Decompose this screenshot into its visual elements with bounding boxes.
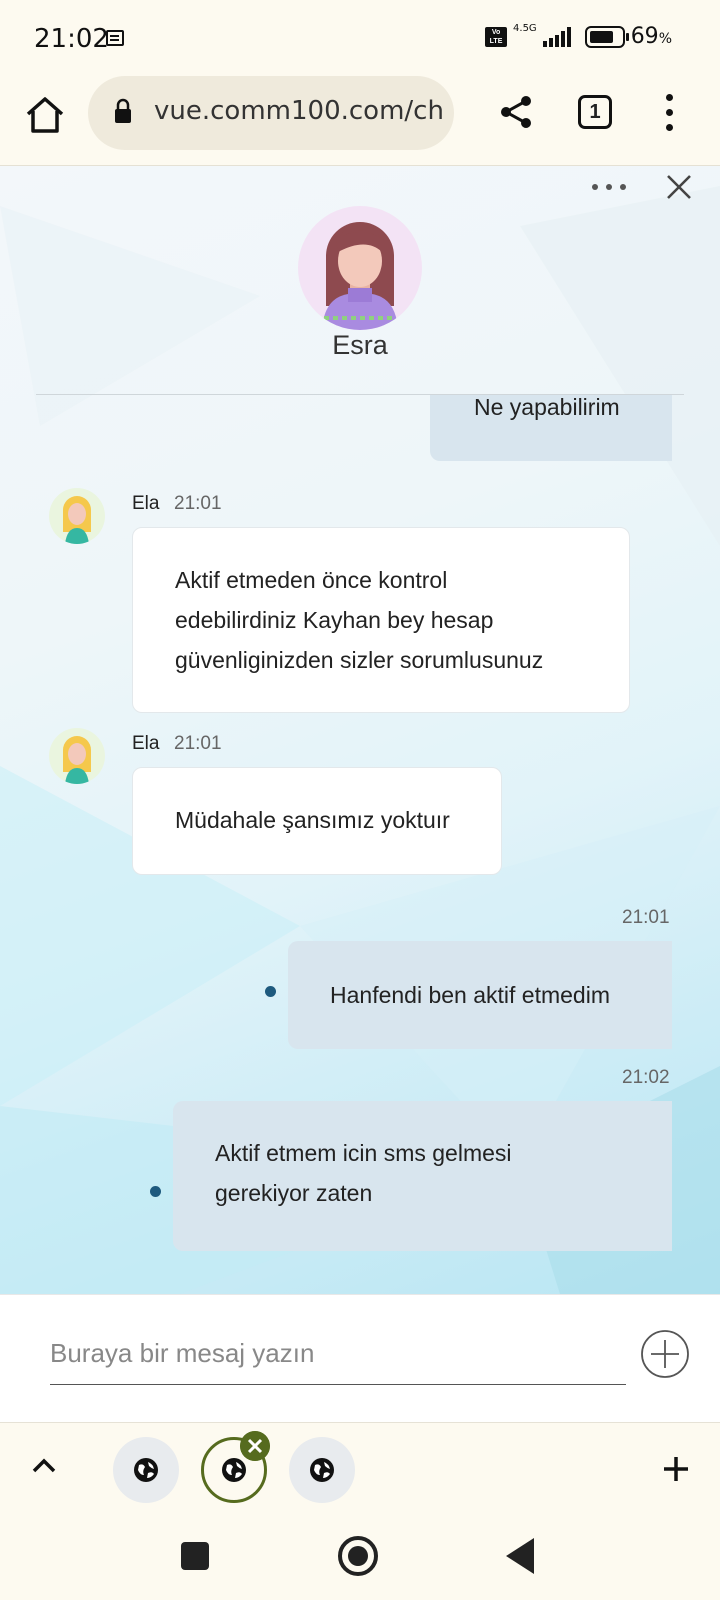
tab-switcher-bar (0, 1422, 720, 1514)
message-notification-icon (106, 30, 124, 46)
close-tab-icon[interactable] (240, 1431, 270, 1461)
more-options-icon[interactable] (592, 184, 628, 194)
status-bar: 21:02 Vo LTE 4.5G 69% (0, 0, 720, 76)
agent-name: Esra (332, 330, 388, 360)
chat-window: Esra Ne yapabilirim Ela 21:01 Aktif etme… (0, 166, 720, 1294)
recent-apps-icon[interactable] (181, 1542, 209, 1570)
sent-indicator (150, 1186, 161, 1197)
message-input[interactable] (50, 1315, 626, 1385)
system-nav-bar (0, 1514, 720, 1600)
message-text-line: gerekiyor zaten (215, 1180, 373, 1206)
agent-avatar (298, 206, 422, 330)
tab-count-icon[interactable]: 1 (578, 95, 612, 129)
message-text: Ne yapabilirim (474, 395, 620, 420)
network-type: 4.5G (513, 23, 537, 34)
signal-icon (542, 26, 571, 47)
message-time: 21:01 (174, 733, 222, 754)
outgoing-message: Hanfendi ben aktif etmedim (288, 941, 672, 1049)
attach-plus-icon[interactable] (640, 1329, 690, 1379)
address-bar[interactable]: vue.comm100.com/chat (88, 76, 454, 150)
message-text-line: güvenliginizden sizler sorumlusunuz (175, 647, 544, 673)
status-time: 21:02 (34, 24, 109, 54)
share-icon[interactable] (498, 94, 534, 130)
incoming-message: Aktif etmeden önce kontrol edebilirdiniz… (132, 527, 630, 713)
sender-avatar (49, 488, 105, 544)
outgoing-message: Aktif etmem icin sms gelmesi gerekiyor z… (173, 1101, 672, 1251)
globe-icon (310, 1458, 334, 1482)
sender-avatar (49, 728, 105, 784)
close-icon[interactable] (664, 172, 694, 202)
tab-thumbnail[interactable] (113, 1437, 179, 1503)
incoming-message: Müdahale şansımız yoktuır (132, 767, 502, 875)
sender-name: Ela (132, 493, 160, 514)
tab-thumbnail[interactable] (289, 1437, 355, 1503)
battery-percent: 69% (630, 24, 672, 49)
status-indicators: Vo LTE 4.5G 69% (485, 23, 672, 49)
message-time: 21:01 (174, 493, 222, 514)
sender-name: Ela (132, 733, 160, 754)
chevron-up-icon[interactable] (30, 1455, 58, 1475)
message-list: Ne yapabilirim Ela 21:01 Aktif etmeden ö… (0, 395, 720, 1294)
home-button-icon[interactable] (338, 1536, 378, 1576)
globe-icon (222, 1458, 246, 1482)
overflow-menu-icon[interactable] (660, 94, 680, 134)
volte-icon: Vo LTE (485, 26, 508, 47)
message-composer (0, 1294, 720, 1422)
outgoing-message: Ne yapabilirim (430, 395, 672, 461)
lock-icon (115, 98, 131, 123)
plus-icon[interactable] (662, 1455, 690, 1483)
globe-icon (134, 1458, 158, 1482)
message-text-line: edebilirdiniz Kayhan bey hesap (175, 607, 494, 633)
sent-indicator (265, 986, 276, 997)
home-icon[interactable] (24, 94, 66, 136)
message-time: 21:01 (622, 907, 670, 928)
message-text-line: Aktif etmeden önce kontrol (175, 567, 448, 593)
battery-icon (584, 25, 629, 48)
message-text: Hanfendi ben aktif etmedim (330, 982, 610, 1008)
message-time: 21:02 (622, 1067, 670, 1088)
back-icon[interactable] (506, 1538, 534, 1574)
message-text-line: Aktif etmem icin sms gelmesi (215, 1140, 512, 1166)
browser-toolbar: vue.comm100.com/chat 1 (0, 76, 720, 166)
message-text: Müdahale şansımız yoktuır (175, 807, 450, 833)
url-text[interactable]: vue.comm100.com/chat (154, 96, 442, 126)
